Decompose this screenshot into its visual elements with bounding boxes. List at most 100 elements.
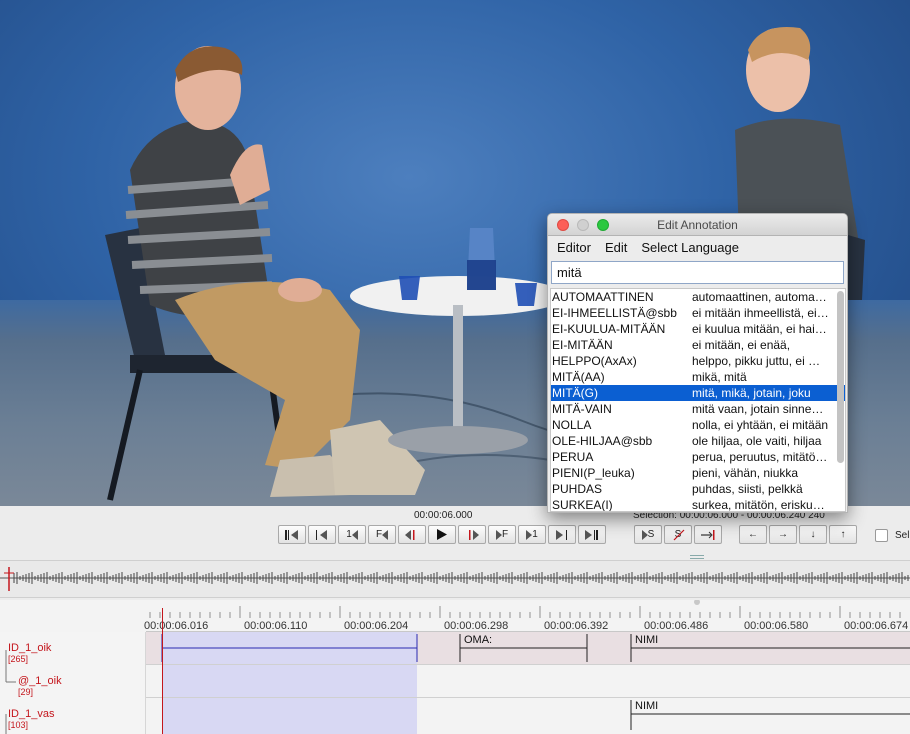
suggestion-row[interactable]: MITÄ(G) mitä, mikä, jotain, joku: [551, 385, 845, 401]
ruler-tick-label: 00:00:06.204: [344, 620, 409, 632]
window-title: Edit Annotation: [657, 218, 738, 232]
tier-label-at-1-oik[interactable]: @_1_oik: [18, 675, 62, 687]
ruler-tick-label: 00:00:06.580: [744, 620, 809, 632]
suggestion-description: pieni, vähän, niukka: [692, 466, 799, 480]
suggestion-row[interactable]: PIENI(P_leuka) pieni, vähän, niukka: [551, 465, 845, 481]
tier-count-id-1-oik: [265]: [8, 654, 29, 664]
suggestion-description: ei mitään, ei enää,: [692, 338, 791, 352]
step-back-icon: [316, 529, 327, 540]
tier-label-id-1-vas[interactable]: ID_1_vas: [8, 708, 54, 720]
selection-checkbox[interactable]: [875, 529, 888, 542]
step-forward-1s-button[interactable]: 1: [518, 525, 546, 544]
next-pixel-button[interactable]: [458, 525, 486, 544]
arrow-down-button[interactable]: ↓: [799, 525, 827, 544]
menu-select-language[interactable]: Select Language: [641, 240, 739, 255]
suggestion-row[interactable]: EI-MITÄÄN ei mitään, ei enää,: [551, 337, 845, 353]
suggestion-row[interactable]: AUTOMAATTINEN automaattinen, automaattise…: [551, 289, 845, 305]
tier-tracks[interactable]: OMA: NIMI NIMI: [146, 632, 910, 734]
arrow-right-button[interactable]: →: [769, 525, 797, 544]
arrow-up-button[interactable]: ↑: [829, 525, 857, 544]
suggestion-gloss: HELPPO(AxAx): [552, 354, 637, 368]
go-to-begin-button[interactable]: [278, 525, 306, 544]
timeline-viewer[interactable]: 00:00:06.016 00:00:06.110 00:00:06.204 00:0…: [0, 600, 910, 734]
suggestion-row[interactable]: EI-KUULUA-MITÄÄN ei kuulua mitään, ei hai…: [551, 321, 845, 337]
ruler-tick-label: 00:00:06.298: [444, 620, 509, 632]
current-time-readout: 00:00:06.000: [414, 510, 473, 521]
suggestion-description: mitä vaan, jotain sinnepäin: [692, 402, 830, 416]
annotation-search-input[interactable]: [551, 261, 844, 284]
previous-pixel-button[interactable]: [398, 525, 426, 544]
suggestion-row[interactable]: OLE-HILJAA@sbb ole hiljaa, ole vaiti, hil…: [551, 433, 845, 449]
window-titlebar[interactable]: Edit Annotation: [548, 214, 847, 236]
suggestion-gloss: PIENI(P_leuka): [552, 466, 635, 480]
suggestion-row[interactable]: PERUA perua, peruutus, mitätöidä: [551, 449, 845, 465]
arrow-left-button[interactable]: ←: [739, 525, 767, 544]
suggestion-row[interactable]: HELPPO(AxAx) helppo, pikku juttu, ei mitä…: [551, 353, 845, 369]
next-frame-button[interactable]: [548, 525, 576, 544]
waveform-graphic: [0, 567, 910, 591]
suggestion-row[interactable]: EI-IHMEELLISTÄ@sbb ei mitään ihmeellistä,…: [551, 305, 845, 321]
suggestion-row[interactable]: SURKEA(I) surkea, mitätön, eriskummalline…: [551, 497, 845, 512]
skip-to-end-icon: [585, 529, 598, 540]
previous-frame-button[interactable]: [308, 525, 336, 544]
suggestion-row[interactable]: PUHDAS puhdas, siisti, pelkkä: [551, 481, 845, 497]
suggestion-gloss: PERUA: [552, 450, 594, 464]
suggestion-gloss: MITÄ(AA): [552, 370, 605, 384]
suggestion-gloss: MITÄ-VAIN: [552, 402, 612, 416]
suggestion-gloss: EI-MITÄÄN: [552, 338, 613, 352]
suggestion-description: helppo, pikku juttu, ei mitään: [692, 354, 830, 368]
annotation-oma[interactable]: OMA:: [464, 634, 492, 646]
suggestion-gloss: SURKEA(I): [552, 498, 613, 512]
time-ruler[interactable]: 00:00:06.016 00:00:06.110 00:00:06.204 00:0…: [144, 604, 910, 632]
back-arrow-icon: [382, 529, 389, 540]
step-forward-icon: [556, 529, 567, 540]
ruler-tick-label: 00:00:06.674: [844, 620, 909, 632]
suggestion-gloss: EI-IHMEELLISTÄ@sbb: [552, 306, 677, 320]
tier-label-id-1-oik[interactable]: ID_1_oik: [8, 642, 51, 654]
suggestion-description: surkea, mitätön, eriskummallinen: [692, 498, 830, 512]
menu-editor[interactable]: Editor: [557, 240, 591, 255]
play-button[interactable]: [428, 525, 456, 544]
list-scrollbar[interactable]: [837, 291, 844, 463]
tier-label-panel: ID_1_oik [265] @_1_oik [29] ID_1_vas [10…: [0, 632, 146, 734]
ruler-tick-label: 00:00:06.110: [244, 620, 308, 632]
suggestion-row[interactable]: MITÄ(AA) mikä, mitä: [551, 369, 845, 385]
play-icon: [437, 529, 447, 540]
suggestion-description: mitä, mikä, jotain, joku: [692, 386, 811, 400]
media-controls-bar: 00:00:06.000 Selection: 00:00:06.000 - 0…: [0, 506, 910, 559]
annotation-lines: [161, 634, 910, 730]
selection-mode-icon: [701, 529, 715, 540]
ruler-tick-label: 00:00:06.486: [644, 620, 709, 632]
clear-selection-button[interactable]: S: [664, 525, 692, 544]
ruler-tick-label: 00:00:06.016: [144, 620, 209, 632]
suggestion-list[interactable]: AUTOMAATTINEN automaattinen, automaattise…: [550, 288, 846, 512]
annotation-nimi-bottom[interactable]: NIMI: [635, 700, 658, 712]
selection-checkbox-label: Sel: [895, 530, 910, 541]
arrow-up-icon: ↑: [840, 529, 846, 540]
frame-back-button[interactable]: F: [368, 525, 396, 544]
suggestion-rows: AUTOMAATTINEN automaattinen, automaattise…: [551, 289, 845, 512]
suggestion-row[interactable]: NOLLA nolla, ei yhtään, ei mitään: [551, 417, 845, 433]
suggestion-row[interactable]: MITÄ-VAIN mitä vaan, jotain sinnepäin: [551, 401, 845, 417]
panel-divider-grip[interactable]: [690, 555, 704, 559]
step-back-1s-button[interactable]: 1: [338, 525, 366, 544]
frame-forward-button[interactable]: F: [488, 525, 516, 544]
back-arrow-icon: [351, 529, 358, 540]
skip-to-start-icon: [285, 529, 298, 540]
go-to-end-button[interactable]: [578, 525, 606, 544]
selection-mode-button[interactable]: [694, 525, 722, 544]
waveform-viewer[interactable]: [0, 560, 910, 598]
playhead-cursor[interactable]: [162, 608, 163, 734]
annotation-nimi-top[interactable]: NIMI: [635, 634, 658, 646]
suggestion-gloss: EI-KUULUA-MITÄÄN: [552, 322, 666, 336]
edit-annotation-window: Edit Annotation Editor Edit Select Langu…: [547, 213, 848, 513]
arrow-down-icon: ↓: [810, 529, 816, 540]
suggestion-gloss: OLE-HILJAA@sbb: [552, 434, 653, 448]
suggestion-gloss: AUTOMAATTINEN: [552, 290, 654, 304]
suggestion-description: ole hiljaa, ole vaiti, hiljaa: [692, 434, 822, 448]
play-selection-button[interactable]: S: [634, 525, 662, 544]
frame-forward-label: F: [501, 529, 509, 540]
suggestion-description: puhdas, siisti, pelkkä: [692, 482, 803, 496]
menu-edit[interactable]: Edit: [605, 240, 627, 255]
strike-icon: [673, 529, 685, 541]
